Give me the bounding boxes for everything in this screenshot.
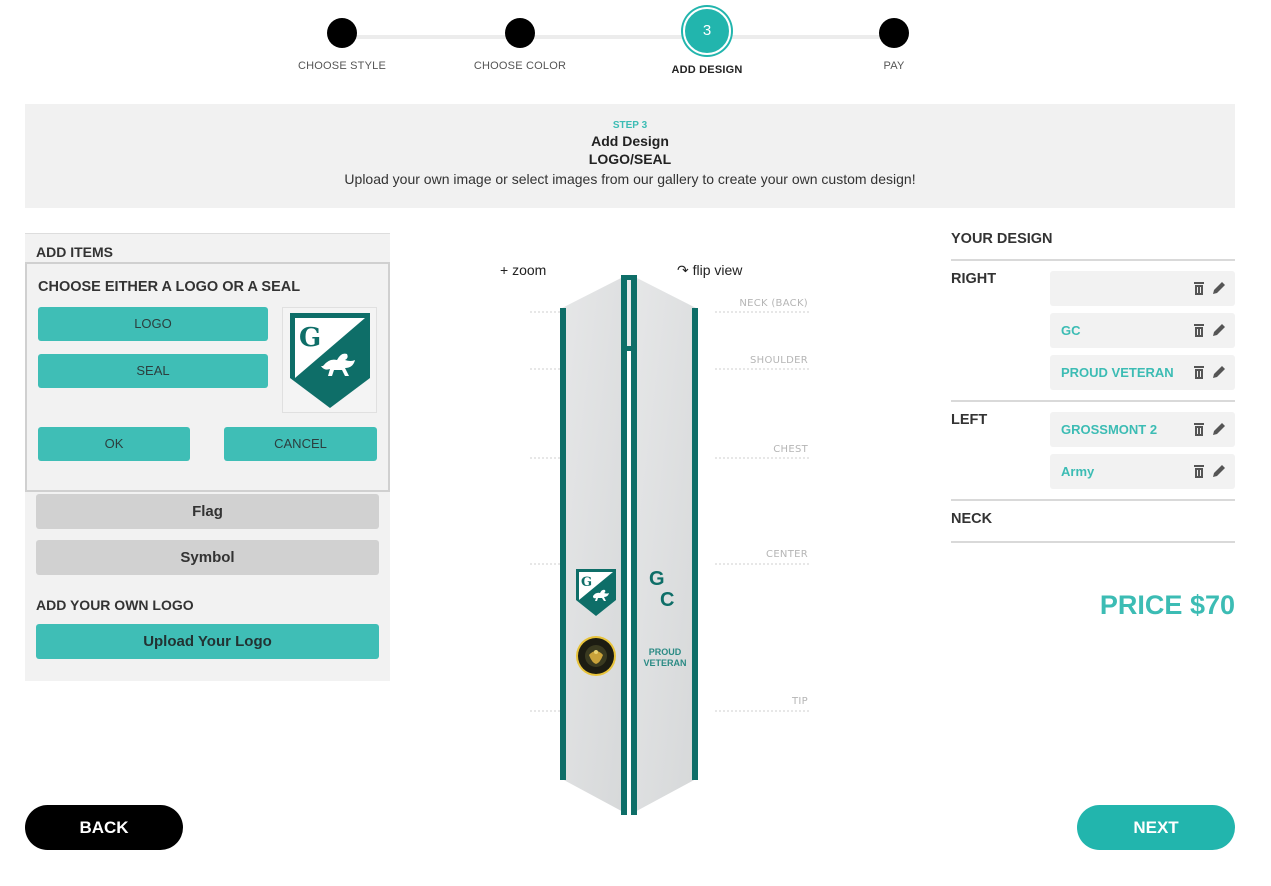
pencil-icon[interactable] [1211,463,1227,479]
trash-icon[interactable] [1191,463,1207,479]
marker-neck-back: NECK (BACK) [739,298,808,309]
step-kicker: STEP 3 [612,120,648,131]
pencil-icon[interactable] [1211,364,1227,380]
marker-shoulder: SHOULDER [750,355,808,366]
step-label: CHOOSE STYLE [298,60,386,72]
section-right: RIGHT GC PROUD VETERAN [951,261,1235,402]
progress-stepper: CHOOSE STYLE CHOOSE COLOR 3 ADD DESIGN P… [0,0,1271,95]
stepper-track [342,35,894,39]
section-left: LEFT GROSSMONT 2 Army [951,402,1235,501]
cancel-button[interactable]: CANCEL [224,427,377,461]
veteran-line-2: VETERAN [643,658,687,668]
svg-text:G: G [299,323,321,353]
design-item-label: GC [1061,323,1081,338]
step-label: CHOOSE COLOR [473,60,567,72]
step-dot [505,18,535,48]
step-label: PAY [883,60,905,72]
gc-letter-c: C [660,589,675,611]
step-dot [327,18,357,48]
step-pay[interactable]: PAY [819,18,969,72]
trash-icon[interactable] [1191,280,1207,296]
stole-army-seal-icon [576,636,616,676]
step-choose-style[interactable]: CHOOSE STYLE [267,18,417,72]
trash-icon[interactable] [1191,421,1207,437]
step-dot-active: 3 [683,7,731,55]
section-label: RIGHT [951,271,997,287]
stole-graphic [530,275,810,815]
your-design-panel: YOUR DESIGN RIGHT GC PROUD VETERAN LEFT … [951,225,1235,543]
banner-description: Upload your own image or select images f… [344,171,916,187]
step-add-design[interactable]: 3 ADD DESIGN [632,7,782,76]
marker-chest: CHEST [773,444,808,455]
design-item[interactable] [1050,271,1235,306]
step-banner: STEP 3 Add Design LOGO/SEAL Upload your … [25,104,1235,208]
design-item-label: PROUD VETERAN [1061,365,1174,380]
pencil-icon[interactable] [1211,421,1227,437]
stole-grossmont-logo-icon: G [576,569,616,616]
design-item[interactable]: Army [1050,454,1235,489]
section-neck: NECK [951,501,1235,543]
marker-center: CENTER [766,549,808,560]
logo-seal-chooser: CHOOSE EITHER A LOGO OR A SEAL LOGO SEAL… [25,262,390,492]
upload-logo-button[interactable]: Upload Your Logo [36,624,379,659]
pencil-icon[interactable] [1211,322,1227,338]
marker-tip: TIP [792,696,808,707]
next-button[interactable]: NEXT [1077,805,1235,850]
section-label: NECK [951,511,993,527]
design-item[interactable]: GROSSMONT 2 [1050,412,1235,447]
banner-title: Add Design [591,133,669,149]
your-design-title: YOUR DESIGN [951,225,1235,261]
price-label: PRICE $70 [1099,590,1235,620]
add-items-panel: ADD ITEMS CHOOSE EITHER A LOGO OR A SEAL… [25,233,390,681]
seal-button[interactable]: SEAL [38,354,268,388]
add-items-header: ADD ITEMS [36,244,113,260]
chooser-question: CHOOSE EITHER A LOGO OR A SEAL [38,279,301,295]
design-item[interactable]: PROUD VETERAN [1050,355,1235,390]
pencil-icon[interactable] [1211,280,1227,296]
trash-icon[interactable] [1191,322,1207,338]
stole-gc-text: G C [646,568,686,612]
ok-button[interactable]: OK [38,427,190,461]
flag-button[interactable]: Flag [36,494,379,529]
design-item[interactable]: GC [1050,313,1235,348]
trash-icon[interactable] [1191,364,1207,380]
step-choose-color[interactable]: CHOOSE COLOR [445,18,595,72]
gc-letter-g: G [649,568,665,590]
design-item-label: Army [1061,464,1095,479]
stole-preview[interactable]: G G C PROUD VETERAN NECK (BACK) SHOULDER… [520,270,820,820]
veteran-line-1: PROUD [648,647,682,657]
logo-preview: G [282,307,377,413]
logo-button[interactable]: LOGO [38,307,268,341]
step-dot [879,18,909,48]
back-button[interactable]: BACK [25,805,183,850]
design-item-label: GROSSMONT 2 [1061,422,1158,437]
own-logo-header: ADD YOUR OWN LOGO [36,597,194,613]
grossmont-shield-icon: G [290,313,370,408]
step-label: ADD DESIGN [671,64,743,76]
symbol-button[interactable]: Symbol [36,540,379,575]
banner-subtitle-type: LOGO/SEAL [588,151,672,167]
svg-text:G: G [581,575,592,590]
section-label: LEFT [951,412,988,428]
stole-proud-veteran-text: PROUD VETERAN [638,647,692,669]
